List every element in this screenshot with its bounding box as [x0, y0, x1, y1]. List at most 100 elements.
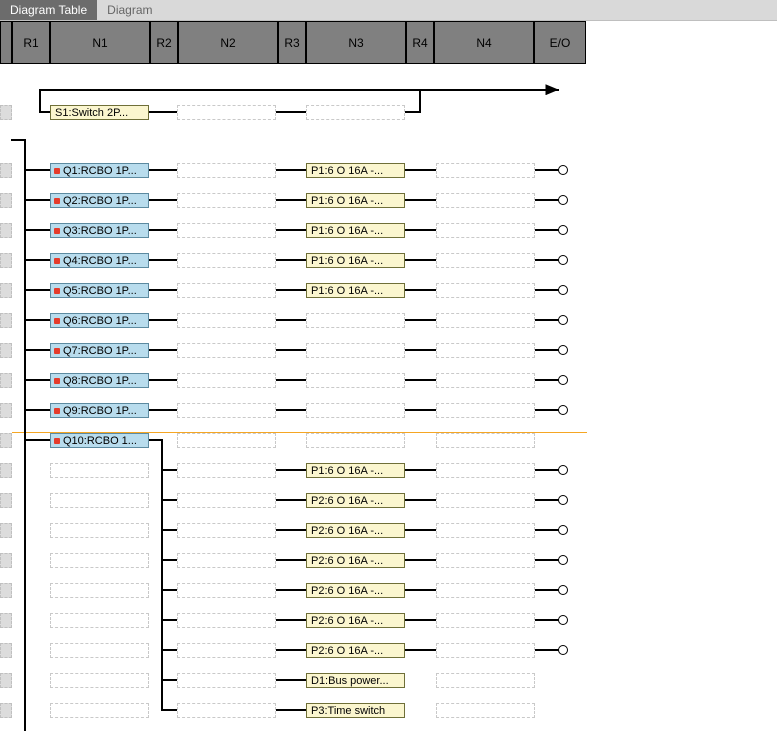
gutter-cell — [0, 493, 12, 508]
block-n3-0[interactable]: P1:6 O 16A -... — [306, 163, 405, 178]
placeholder-n2 — [177, 253, 276, 268]
placeholder-n2 — [177, 523, 276, 538]
placeholder-n2 — [177, 163, 276, 178]
placeholder-n2 — [177, 403, 276, 418]
placeholder-n1 — [50, 463, 149, 478]
block-q10[interactable]: Q10:RCBO 1... — [50, 433, 149, 448]
placeholder-n4 — [436, 643, 535, 658]
placeholder-n1 — [50, 523, 149, 538]
placeholder-n2 — [177, 493, 276, 508]
placeholder-n2 — [177, 673, 276, 688]
block-sub-1[interactable]: P2:6 O 16A -... — [306, 493, 405, 508]
placeholder-n4 — [436, 253, 535, 268]
gutter-cell — [0, 463, 12, 478]
gutter-cell — [0, 373, 12, 388]
terminal-node — [558, 345, 568, 355]
placeholder-n1 — [50, 673, 149, 688]
block-sub-0[interactable]: P1:6 O 16A -... — [306, 463, 405, 478]
placeholder-n4 — [436, 463, 535, 478]
block-n3-3[interactable]: P1:6 O 16A -... — [306, 253, 405, 268]
placeholder-n4 — [436, 613, 535, 628]
block-sub-7[interactable]: D1:Bus power... — [306, 673, 405, 688]
block-q4[interactable]: Q4:RCBO 1P... — [50, 253, 149, 268]
block-sub-6[interactable]: P2:6 O 16A -... — [306, 643, 405, 658]
block-q1[interactable]: Q1:RCBO 1P... — [50, 163, 149, 178]
placeholder-n2 — [177, 643, 276, 658]
terminal-node — [558, 405, 568, 415]
block-q5[interactable]: Q5:RCBO 1P... — [50, 283, 149, 298]
placeholder-n4 — [436, 313, 535, 328]
ruler-r3: R3 — [278, 21, 306, 64]
block-sub-4[interactable]: P2:6 O 16A -... — [306, 583, 405, 598]
gutter-cell — [0, 283, 12, 298]
placeholder-n4 — [436, 193, 535, 208]
placeholder-n1 — [50, 493, 149, 508]
placeholder-n3 — [306, 313, 405, 328]
ruler-n2: N2 — [178, 21, 278, 64]
block-n3-1[interactable]: P1:6 O 16A -... — [306, 193, 405, 208]
terminal-node — [558, 645, 568, 655]
placeholder-n3 — [306, 403, 405, 418]
ruler-n3: N3 — [306, 21, 406, 64]
gutter-cell — [0, 223, 12, 238]
placeholder-n4 — [436, 163, 535, 178]
block-q8[interactable]: Q8:RCBO 1P... — [50, 373, 149, 388]
block-sub-3[interactable]: P2:6 O 16A -... — [306, 553, 405, 568]
block-q2[interactable]: Q2:RCBO 1P... — [50, 193, 149, 208]
block-n3-2[interactable]: P1:6 O 16A -... — [306, 223, 405, 238]
ruler-r1: R1 — [12, 21, 50, 64]
placeholder-n4 — [436, 373, 535, 388]
column-ruler: R1 N1 R2 N2 R3 N3 R4 N4 E/O — [0, 21, 777, 64]
placeholder-n2 — [177, 373, 276, 388]
placeholder-n2 — [177, 703, 276, 718]
gutter-cell — [0, 193, 12, 208]
placeholder-n4 — [436, 673, 535, 688]
placeholder-n2 — [177, 343, 276, 358]
placeholder-n3 — [306, 373, 405, 388]
placeholder-n2 — [177, 193, 276, 208]
terminal-node — [558, 375, 568, 385]
terminal-node — [558, 315, 568, 325]
ruler-n1: N1 — [50, 21, 150, 64]
gutter-cell — [0, 703, 12, 718]
block-q3[interactable]: Q3:RCBO 1P... — [50, 223, 149, 238]
placeholder-n3 — [306, 105, 405, 120]
terminal-node — [558, 165, 568, 175]
terminal-node — [558, 495, 568, 505]
placeholder-n4 — [436, 433, 535, 448]
terminal-node — [558, 555, 568, 565]
terminal-node — [558, 585, 568, 595]
placeholder-n2 — [177, 223, 276, 238]
block-sub-2[interactable]: P2:6 O 16A -... — [306, 523, 405, 538]
diagram-page: Diagram Table Diagram R1 N1 R2 N2 R3 N3 … — [0, 0, 777, 733]
block-q9[interactable]: Q9:RCBO 1P... — [50, 403, 149, 418]
terminal-node — [558, 465, 568, 475]
block-sub-8[interactable]: P3:Time switch — [306, 703, 405, 718]
placeholder-n1 — [50, 703, 149, 718]
placeholder-n4 — [436, 553, 535, 568]
gutter-cell — [0, 403, 12, 418]
tab-bar: Diagram Table Diagram — [0, 0, 777, 21]
placeholder-n2 — [177, 105, 276, 120]
placeholder-n4 — [436, 403, 535, 418]
placeholder-n2 — [177, 283, 276, 298]
placeholder-n2 — [177, 463, 276, 478]
block-s1-switch[interactable]: S1:Switch 2P... — [50, 105, 149, 120]
block-q6[interactable]: Q6:RCBO 1P... — [50, 313, 149, 328]
placeholder-n4 — [436, 523, 535, 538]
ruler-r2: R2 — [150, 21, 178, 64]
gutter-cell — [0, 163, 12, 178]
terminal-node — [558, 285, 568, 295]
placeholder-n4 — [436, 283, 535, 298]
placeholder-n2 — [177, 613, 276, 628]
block-sub-5[interactable]: P2:6 O 16A -... — [306, 613, 405, 628]
gutter-cell — [0, 523, 12, 538]
placeholder-n1 — [50, 613, 149, 628]
placeholder-n1 — [50, 643, 149, 658]
block-n3-4[interactable]: P1:6 O 16A -... — [306, 283, 405, 298]
gutter-cell — [0, 613, 12, 628]
tab-diagram[interactable]: Diagram — [97, 0, 162, 20]
block-q7[interactable]: Q7:RCBO 1P... — [50, 343, 149, 358]
tab-diagram-table[interactable]: Diagram Table — [0, 0, 97, 20]
placeholder-n2 — [177, 313, 276, 328]
